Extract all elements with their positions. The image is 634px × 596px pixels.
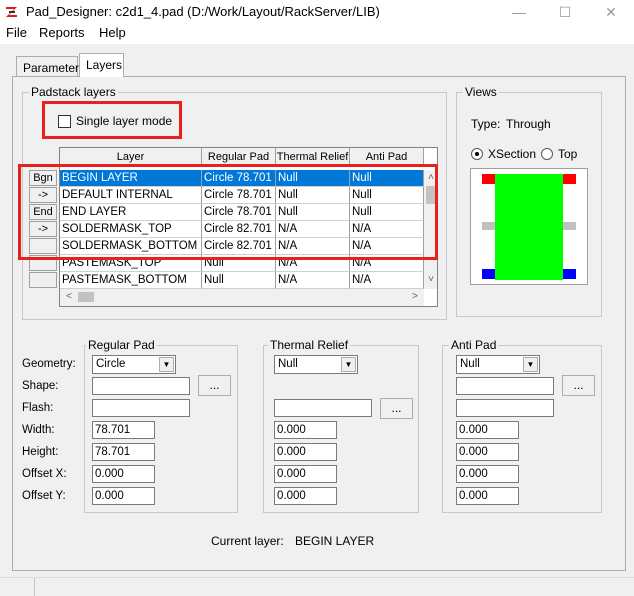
- table-cell[interactable]: N/A: [276, 272, 350, 289]
- thermal-height-input[interactable]: 0.000: [274, 443, 337, 461]
- offset-y-label: Offset Y:: [22, 490, 66, 502]
- scroll-left-icon[interactable]: <: [62, 290, 76, 304]
- horizontal-scroll-thumb[interactable]: [78, 292, 94, 302]
- menu-help[interactable]: Help: [99, 25, 126, 40]
- thermal-width-input[interactable]: 0.000: [274, 421, 337, 439]
- padstack-layers-label: Padstack layers: [29, 85, 118, 99]
- internal-right: [563, 222, 576, 230]
- menu-bar: [0, 24, 634, 44]
- internal-left: [482, 222, 495, 230]
- tab-layers[interactable]: Layers: [79, 53, 124, 77]
- xsection-radio[interactable]: [471, 148, 483, 160]
- anti-width-input[interactable]: 0.000: [456, 421, 519, 439]
- window-title: Pad_Designer: c2d1_4.pad (D:/Work/Layout…: [26, 4, 380, 19]
- anti-height-input[interactable]: 0.000: [456, 443, 519, 461]
- minimize-button[interactable]: —: [496, 0, 542, 24]
- regular-offset-x-input[interactable]: 0.000: [92, 465, 155, 483]
- type-label: Type:: [471, 117, 501, 131]
- chevron-down-icon[interactable]: ▼: [523, 357, 538, 372]
- regular-flash-input[interactable]: [92, 399, 190, 417]
- pad-barrel: [495, 174, 563, 280]
- row-button-blank[interactable]: [29, 272, 57, 288]
- anti-flash-input[interactable]: [456, 399, 554, 417]
- thermal-offset-y-input[interactable]: 0.000: [274, 487, 337, 505]
- regular-shape-input[interactable]: [92, 377, 190, 395]
- xsection-label: XSection: [488, 147, 537, 161]
- menu-reports[interactable]: Reports: [39, 25, 85, 40]
- table-cell[interactable]: Null: [202, 272, 276, 289]
- regular-width-input[interactable]: 78.701: [92, 421, 155, 439]
- xsection-preview: [470, 168, 588, 285]
- anti-offset-y-input[interactable]: 0.000: [456, 487, 519, 505]
- anti-pad-label: Anti Pad: [449, 338, 499, 352]
- top-label: Top: [558, 147, 578, 161]
- thermal-flash-browse-button[interactable]: ...: [380, 398, 413, 419]
- anti-geometry-dropdown[interactable]: Null ▼: [456, 355, 540, 374]
- anti-offset-x-input[interactable]: 0.000: [456, 465, 519, 483]
- views-label: Views: [463, 85, 499, 99]
- width-label: Width:: [22, 424, 55, 436]
- app-logo-icon: [4, 4, 20, 20]
- regular-pad-label: Regular Pad: [86, 338, 157, 352]
- horizontal-scrollbar[interactable]: < >: [60, 289, 424, 306]
- menu-file[interactable]: File: [6, 25, 27, 40]
- thermal-geometry-value: Null: [278, 358, 298, 370]
- pastemask-bottom-left: [482, 269, 495, 279]
- chevron-down-icon[interactable]: ▼: [159, 357, 174, 372]
- current-layer-value: BEGIN LAYER: [295, 534, 375, 548]
- current-layer-label: Current layer:: [211, 534, 284, 548]
- close-button[interactable]: ✕: [588, 0, 634, 24]
- scroll-down-icon[interactable]: ˅: [424, 274, 437, 288]
- highlight-box-layer-rows: [18, 164, 438, 260]
- anti-geometry-value: Null: [460, 358, 480, 370]
- regular-height-input[interactable]: 78.701: [92, 443, 155, 461]
- type-value: Through: [506, 117, 551, 131]
- regular-geometry-dropdown[interactable]: Circle ▼: [92, 355, 176, 374]
- status-divider: [34, 578, 35, 596]
- anti-shape-input[interactable]: [456, 377, 554, 395]
- single-layer-mode-label: Single layer mode: [76, 114, 173, 128]
- soldermask-top-left: [482, 174, 495, 184]
- thermal-offset-x-input[interactable]: 0.000: [274, 465, 337, 483]
- pastemask-bottom-right: [563, 269, 576, 279]
- thermal-flash-input[interactable]: [274, 399, 372, 417]
- top-radio[interactable]: [541, 148, 553, 160]
- tab-parameters[interactable]: Parameters: [16, 56, 85, 77]
- flash-label: Flash:: [22, 402, 54, 414]
- table-cell[interactable]: N/A: [350, 272, 424, 289]
- height-label: Height:: [22, 446, 59, 458]
- scroll-right-icon[interactable]: >: [408, 290, 422, 304]
- regular-offset-y-input[interactable]: 0.000: [92, 487, 155, 505]
- thermal-relief-label: Thermal Relief: [268, 338, 351, 352]
- offset-x-label: Offset X:: [22, 468, 67, 480]
- chevron-down-icon[interactable]: ▼: [341, 357, 356, 372]
- status-bar: [0, 577, 634, 596]
- shape-label: Shape:: [22, 380, 59, 392]
- regular-geometry-value: Circle: [96, 358, 126, 370]
- table-cell[interactable]: PASTEMASK_BOTTOM: [60, 272, 202, 289]
- anti-shape-browse-button[interactable]: ...: [562, 375, 595, 396]
- soldermask-top-right: [563, 174, 576, 184]
- regular-shape-browse-button[interactable]: ...: [198, 375, 231, 396]
- thermal-geometry-dropdown[interactable]: Null ▼: [274, 355, 358, 374]
- geometry-label: Geometry:: [22, 358, 76, 370]
- single-layer-mode-checkbox[interactable]: [58, 115, 71, 128]
- maximize-button[interactable]: ☐: [542, 0, 588, 24]
